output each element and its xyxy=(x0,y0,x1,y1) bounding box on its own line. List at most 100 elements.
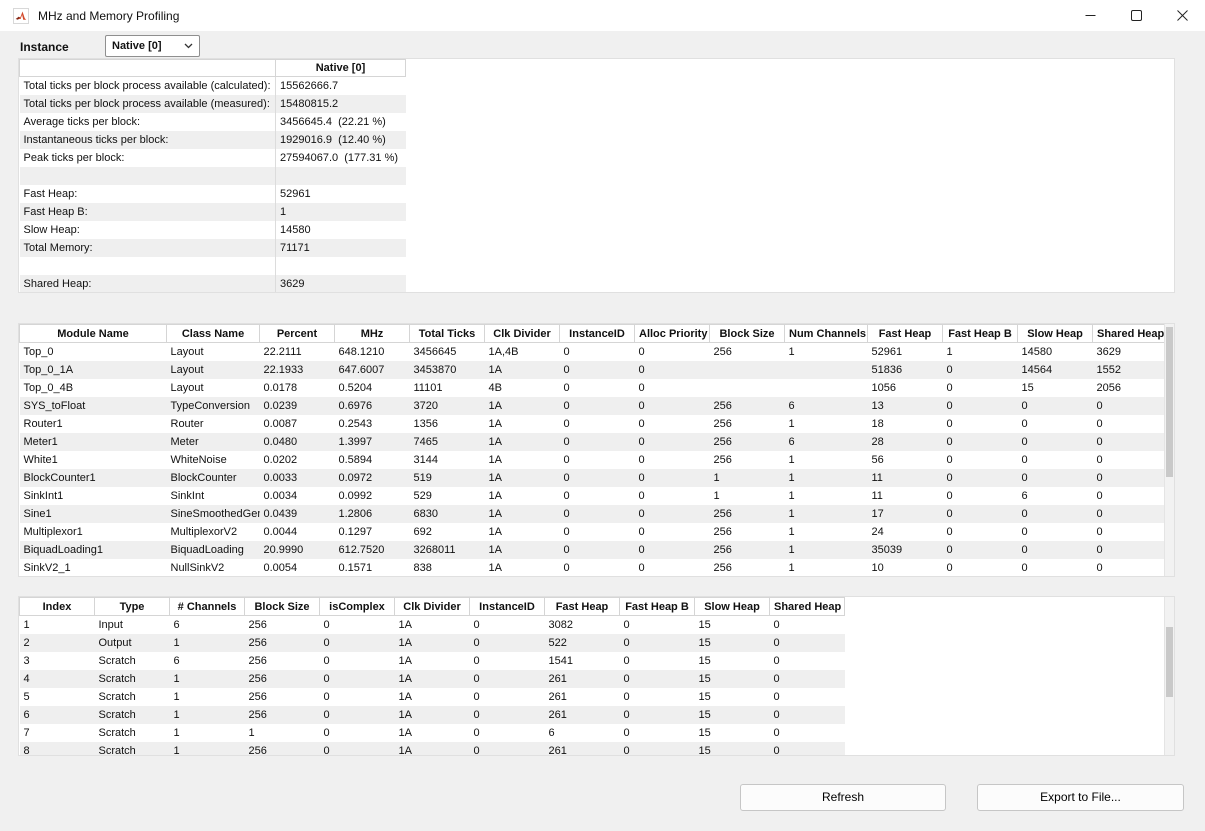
table-cell[interactable]: 0 xyxy=(943,415,1018,433)
table-cell[interactable]: 522 xyxy=(545,634,620,652)
table-cell[interactable]: 1A xyxy=(485,415,560,433)
column-header[interactable]: Index xyxy=(20,598,95,616)
table-cell[interactable]: 0 xyxy=(320,670,395,688)
table-cell[interactable]: SYS_toFloat xyxy=(20,397,167,415)
table-cell[interactable]: 0 xyxy=(1018,523,1093,541)
table-cell[interactable]: SineSmoothedGen xyxy=(167,505,260,523)
table-cell[interactable]: 0.2543 xyxy=(335,415,410,433)
maximize-icon[interactable] xyxy=(1113,0,1159,31)
table-cell[interactable]: 22.2111 xyxy=(260,343,335,361)
table-cell[interactable]: 647.6007 xyxy=(335,361,410,379)
table-row[interactable]: 5Scratch125601A02610150 xyxy=(20,688,845,706)
table-cell[interactable]: 15 xyxy=(695,724,770,742)
table-cell[interactable]: 1 xyxy=(170,724,245,742)
table-row[interactable]: BiquadLoading1BiquadLoading20.9990612.75… xyxy=(20,541,1165,559)
table-cell[interactable]: 3456645 xyxy=(410,343,485,361)
table-cell[interactable]: 0.0178 xyxy=(260,379,335,397)
table-cell[interactable]: 3268011 xyxy=(410,541,485,559)
table-cell[interactable]: 1A xyxy=(485,559,560,577)
table-cell[interactable]: 0 xyxy=(1018,469,1093,487)
table-cell[interactable]: 1A xyxy=(395,706,470,724)
table-cell[interactable]: SinkV2_1 xyxy=(20,559,167,577)
summary-row[interactable] xyxy=(20,167,406,185)
table-cell[interactable]: 0 xyxy=(770,616,845,634)
table-cell[interactable]: 0 xyxy=(320,634,395,652)
table-cell[interactable]: 1552 xyxy=(1093,361,1165,379)
table-cell[interactable]: 0 xyxy=(635,433,710,451)
table-cell[interactable]: 0.1571 xyxy=(335,559,410,577)
table-cell[interactable] xyxy=(785,361,868,379)
table-cell[interactable]: 0.5204 xyxy=(335,379,410,397)
table-cell[interactable]: 15 xyxy=(695,742,770,757)
table-cell[interactable]: 3082 xyxy=(545,616,620,634)
table-cell[interactable]: 0 xyxy=(635,469,710,487)
column-header[interactable]: Fast Heap xyxy=(868,325,943,343)
table-cell[interactable]: Layout xyxy=(167,361,260,379)
table-cell[interactable]: 7465 xyxy=(410,433,485,451)
table-cell[interactable]: 3 xyxy=(20,652,95,670)
summary-row[interactable]: Total ticks per block process available … xyxy=(20,95,406,113)
table-cell[interactable]: 0 xyxy=(1093,559,1165,577)
table-cell[interactable]: 1A xyxy=(395,670,470,688)
table-cell[interactable]: Sine1 xyxy=(20,505,167,523)
table-cell[interactable]: 10 xyxy=(868,559,943,577)
column-header[interactable]: Class Name xyxy=(167,325,260,343)
table-cell[interactable]: 0 xyxy=(1093,433,1165,451)
table-cell[interactable]: 11 xyxy=(868,487,943,505)
table-cell[interactable]: 0 xyxy=(320,724,395,742)
table-cell[interactable]: 1 xyxy=(785,541,868,559)
table-cell[interactable]: 15 xyxy=(695,688,770,706)
table-cell[interactable]: 261 xyxy=(545,688,620,706)
table-cell[interactable]: 6 xyxy=(170,616,245,634)
table-cell[interactable]: 5 xyxy=(20,688,95,706)
table-cell[interactable]: 1A xyxy=(485,397,560,415)
close-icon[interactable] xyxy=(1159,0,1205,31)
table-cell[interactable]: 0 xyxy=(635,361,710,379)
table-cell[interactable]: 15 xyxy=(695,634,770,652)
table-cell[interactable]: 0 xyxy=(560,541,635,559)
table-cell[interactable]: Layout xyxy=(167,379,260,397)
table-cell[interactable]: 0 xyxy=(1018,559,1093,577)
column-header[interactable]: MHz xyxy=(335,325,410,343)
table-cell[interactable]: 6 xyxy=(785,433,868,451)
table-cell[interactable]: 0 xyxy=(560,505,635,523)
table-cell[interactable]: 529 xyxy=(410,487,485,505)
table-cell[interactable]: 24 xyxy=(868,523,943,541)
table-cell[interactable]: 1 xyxy=(785,559,868,577)
table-cell[interactable]: 1A xyxy=(395,634,470,652)
table-cell[interactable]: 0 xyxy=(1093,505,1165,523)
column-header[interactable]: Num Channels xyxy=(785,325,868,343)
table-cell[interactable]: 256 xyxy=(245,742,320,757)
table-cell[interactable]: 1A xyxy=(395,688,470,706)
table-cell[interactable]: Layout xyxy=(167,343,260,361)
table-cell[interactable]: 6 xyxy=(20,706,95,724)
table-cell[interactable]: 256 xyxy=(245,616,320,634)
table-cell[interactable]: 1356 xyxy=(410,415,485,433)
table-cell[interactable]: 0 xyxy=(560,469,635,487)
table-cell[interactable]: 15 xyxy=(695,670,770,688)
table-cell[interactable]: 0 xyxy=(560,487,635,505)
table-cell[interactable]: 14564 xyxy=(1018,361,1093,379)
table-cell[interactable]: 0 xyxy=(320,652,395,670)
table-cell[interactable] xyxy=(710,361,785,379)
column-header[interactable]: Clk Divider xyxy=(485,325,560,343)
table-cell[interactable]: BiquadLoading xyxy=(167,541,260,559)
table-row[interactable]: Sine1SineSmoothedGen0.04391.280668301A00… xyxy=(20,505,1165,523)
table-cell[interactable]: 256 xyxy=(710,451,785,469)
summary-header-instance[interactable]: Native [0] xyxy=(276,60,406,77)
table-cell[interactable]: 1A xyxy=(395,616,470,634)
table-cell[interactable]: 0 xyxy=(635,415,710,433)
table-cell[interactable]: 56 xyxy=(868,451,943,469)
scrollbar-thumb[interactable] xyxy=(1166,327,1173,477)
table-cell[interactable]: 2056 xyxy=(1093,379,1165,397)
table-cell[interactable]: 0 xyxy=(620,742,695,757)
table-row[interactable]: 4Scratch125601A02610150 xyxy=(20,670,845,688)
table-cell[interactable]: 256 xyxy=(245,652,320,670)
summary-row[interactable]: Instantaneous ticks per block:1929016.9 … xyxy=(20,131,406,149)
table-cell[interactable]: 256 xyxy=(710,523,785,541)
table-row[interactable]: BlockCounter1BlockCounter0.00330.0972519… xyxy=(20,469,1165,487)
table-cell[interactable]: 0 xyxy=(1018,505,1093,523)
table-cell[interactable]: 0 xyxy=(635,505,710,523)
table-cell[interactable]: 0 xyxy=(560,361,635,379)
column-header[interactable]: Alloc Priority xyxy=(635,325,710,343)
